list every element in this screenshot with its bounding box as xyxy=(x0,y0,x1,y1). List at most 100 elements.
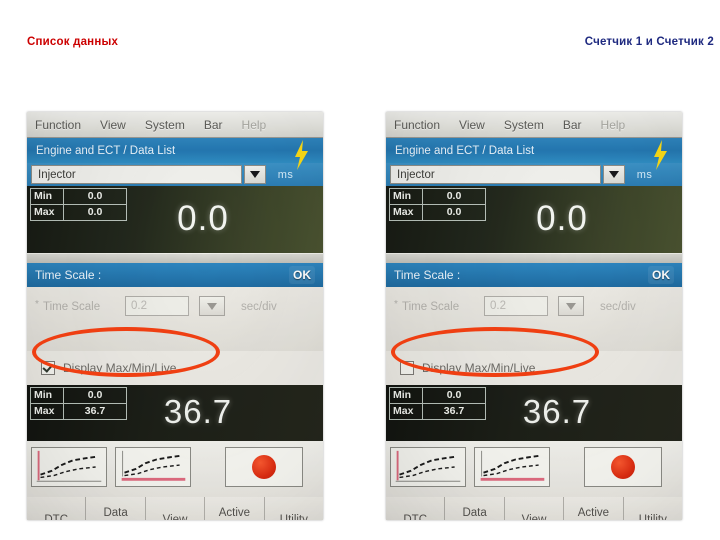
device-screenshot-right: Function View System Bar Help Engine and… xyxy=(386,112,682,520)
live-value-bottom: 36.7 xyxy=(163,393,233,431)
page-title: Engine and ECT / Data List xyxy=(395,144,535,157)
menu-item-system[interactable]: System xyxy=(504,118,544,132)
tab-view[interactable]: View xyxy=(504,497,565,520)
time-scale-input[interactable]: 0.2 xyxy=(484,296,548,316)
menu-item-help[interactable]: Help xyxy=(601,118,626,132)
time-scale-dialog-right: Time Scale : OK * Time Scale 0.2 sec/div… xyxy=(386,263,682,385)
selector-row-left: Injector ms xyxy=(27,163,323,186)
readout-top-right: Min 0.0 Max 0.0 0.0 xyxy=(386,186,682,253)
parameter-unit: ms xyxy=(277,168,294,181)
record-button[interactable] xyxy=(584,447,662,487)
tab-active-test[interactable]: Active Test xyxy=(205,497,265,520)
readout-top-left: Min 0.0 Max 0.0 0.0 xyxy=(27,186,323,253)
readout-bottom-right: Min 0.0 Max 36.7 36.7 xyxy=(386,385,682,441)
selector-row-right: Injector ms xyxy=(386,163,682,186)
menu-bar-right: Function View System Bar Help xyxy=(386,112,682,138)
menu-item-function[interactable]: Function xyxy=(35,118,81,132)
tab-dtc[interactable]: DTC xyxy=(27,497,87,520)
bottom-tab-bar-left: DTC Data List View Active Test Utility xyxy=(27,497,323,520)
dialog-title: Time Scale : xyxy=(35,268,102,282)
display-maxmin-label: Display Max/Min/Live xyxy=(63,361,177,375)
chevron-down-icon xyxy=(250,171,260,178)
tab-view[interactable]: View xyxy=(145,497,206,520)
chevron-down-icon xyxy=(566,302,576,310)
title-bar-right: Engine and ECT / Data List xyxy=(386,138,682,170)
time-scale-label: Time Scale xyxy=(43,301,101,313)
graph-thumbnail-1[interactable] xyxy=(31,447,107,487)
lightning-bolt-icon xyxy=(295,140,308,170)
graph-thumbnail-1[interactable] xyxy=(390,447,466,487)
parameter-select[interactable]: Injector xyxy=(31,165,242,184)
caption-left: Список данных xyxy=(27,36,119,48)
ok-button[interactable]: OK xyxy=(648,266,674,284)
graph-thumbnail-2[interactable] xyxy=(474,447,550,487)
tab-label-line1: Active xyxy=(218,507,251,519)
readout-bottom-left: Min 0.0 Max 36.7 36.7 xyxy=(27,385,323,441)
tab-label-line1: DTC xyxy=(44,514,69,520)
tab-label-line1: View xyxy=(521,514,547,520)
menu-bar-left: Function View System Bar Help xyxy=(27,112,323,138)
tab-utility[interactable]: Utility xyxy=(623,497,682,520)
menu-item-view[interactable]: View xyxy=(100,118,126,132)
live-value-bottom: 36.7 xyxy=(522,393,592,431)
lightning-bolt-icon xyxy=(654,140,667,170)
record-dot-icon xyxy=(252,455,276,479)
menu-item-bar[interactable]: Bar xyxy=(563,118,582,132)
display-maxmin-row: Display Max/Min/Live xyxy=(27,351,323,385)
parameter-select[interactable]: Injector xyxy=(390,165,601,184)
menu-item-help[interactable]: Help xyxy=(242,118,267,132)
line-chart-icon xyxy=(121,450,186,481)
display-maxmin-checkbox[interactable] xyxy=(41,361,55,375)
time-scale-dropdown-button[interactable] xyxy=(558,296,584,316)
bottom-tab-bar-right: DTC Data List View Active Test Utility xyxy=(386,497,682,520)
tab-label-line1: Utility xyxy=(279,514,308,520)
dialog-body: * Time Scale 0.2 sec/div xyxy=(27,287,323,351)
dialog-title: Time Scale : xyxy=(394,268,461,282)
device-screenshot-left: Function View System Bar Help Engine and… xyxy=(27,112,323,520)
tab-dtc[interactable]: DTC xyxy=(386,497,446,520)
dialog-header: Time Scale : OK xyxy=(27,263,323,287)
tab-data-list[interactable]: Data List xyxy=(445,497,505,520)
live-value-top: 0.0 xyxy=(536,198,588,238)
tab-label-line1: Active xyxy=(577,507,610,519)
tab-utility[interactable]: Utility xyxy=(264,497,323,520)
line-chart-icon xyxy=(36,450,102,482)
menu-item-function[interactable]: Function xyxy=(394,118,440,132)
time-scale-label: Time Scale xyxy=(402,301,460,313)
tab-data-list[interactable]: Data List xyxy=(86,497,146,520)
required-asterisk-icon: * xyxy=(35,299,39,310)
time-scale-dropdown-button[interactable] xyxy=(199,296,225,316)
menu-item-system[interactable]: System xyxy=(145,118,185,132)
parameter-dropdown-button[interactable] xyxy=(603,165,625,184)
separator-bar xyxy=(27,253,323,263)
display-maxmin-row: Display Max/Min/Live xyxy=(386,351,682,385)
time-scale-unit: sec/div xyxy=(241,301,277,313)
chevron-down-icon xyxy=(609,171,619,178)
live-value-top: 0.0 xyxy=(177,198,229,238)
time-scale-dialog-left: Time Scale : OK * Time Scale 0.2 sec/div… xyxy=(27,263,323,385)
menu-item-view[interactable]: View xyxy=(459,118,485,132)
graph-thumbnail-2[interactable] xyxy=(115,447,191,487)
caption-right: Счетчик 1 и Счетчик 2 xyxy=(584,36,714,48)
tab-active-test[interactable]: Active Test xyxy=(564,497,624,520)
record-button[interactable] xyxy=(225,447,303,487)
tab-label-line1: View xyxy=(162,514,188,520)
graph-toolbar-left xyxy=(27,441,323,497)
record-dot-icon xyxy=(611,455,635,479)
tab-label-line1: Data xyxy=(103,507,128,519)
time-scale-input[interactable]: 0.2 xyxy=(125,296,189,316)
display-maxmin-checkbox[interactable] xyxy=(400,361,414,375)
separator-bar xyxy=(386,253,682,263)
dialog-body: * Time Scale 0.2 sec/div xyxy=(386,287,682,351)
line-chart-icon xyxy=(395,450,461,482)
required-asterisk-icon: * xyxy=(394,299,398,310)
tab-label-line1: Utility xyxy=(638,514,667,520)
tab-label-line1: Data xyxy=(462,507,487,519)
graph-toolbar-right xyxy=(386,441,682,497)
parameter-unit: ms xyxy=(636,168,653,181)
menu-item-bar[interactable]: Bar xyxy=(204,118,223,132)
ok-button[interactable]: OK xyxy=(289,266,315,284)
parameter-dropdown-button[interactable] xyxy=(244,165,266,184)
page-title: Engine and ECT / Data List xyxy=(36,144,176,157)
title-bar-left: Engine and ECT / Data List xyxy=(27,138,323,170)
